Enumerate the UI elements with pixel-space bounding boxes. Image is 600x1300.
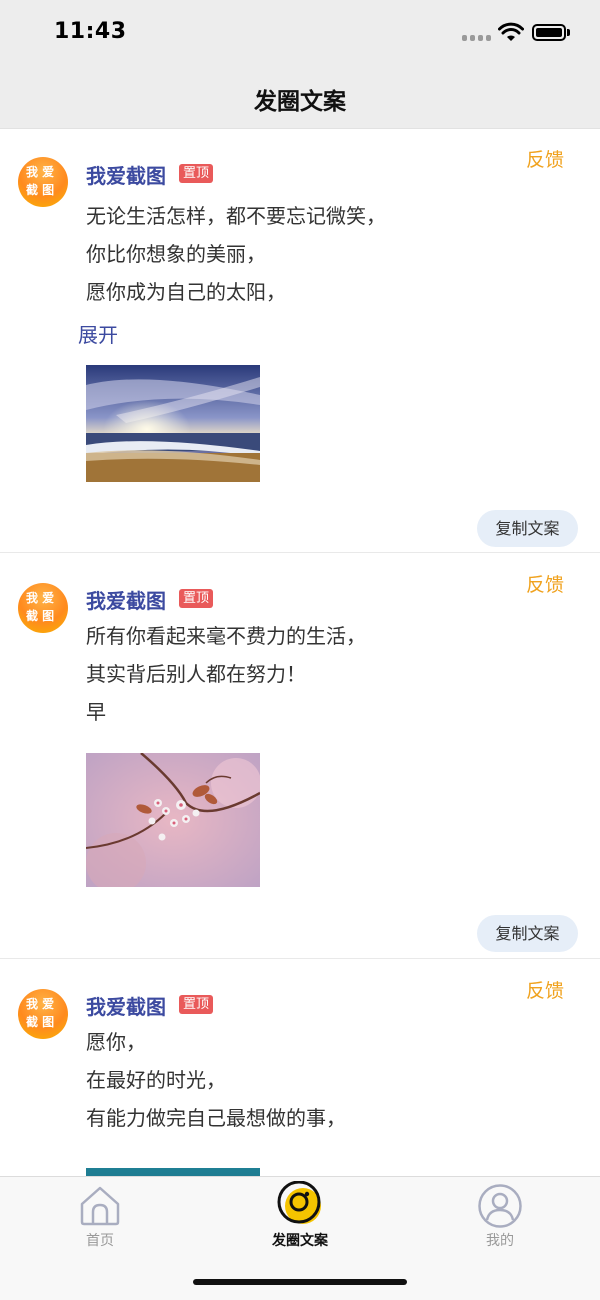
post-text-line: 愿你， <box>86 1030 146 1054</box>
battery-icon <box>532 24 566 41</box>
post-card: 我 爱 截 图 我爱截图 置顶 反馈 所有你看起来毫不费力的生活， 其实背后别人… <box>0 553 600 959</box>
author-name[interactable]: 我爱截图 <box>86 160 166 189</box>
tab-home[interactable]: 首页 <box>0 1177 200 1257</box>
copy-text-button[interactable]: 复制文案 <box>477 915 578 952</box>
avatar-text-line2: 截 图 <box>26 1015 55 1029</box>
author-name[interactable]: 我爱截图 <box>86 585 166 614</box>
post-feed[interactable]: 我 爱 截 图 我爱截图 置顶 反馈 无论生活怎样，都不要忘记微笑， 你比你想象… <box>0 129 600 1176</box>
post-text-line: 早 <box>86 700 106 724</box>
post-text: 愿你， 在最好的时光， 有能力做完自己最想做的事， <box>86 1023 346 1137</box>
avatar-text-line1: 我 爱 <box>26 165 55 179</box>
battery-cap <box>567 29 570 36</box>
tab-posts-label: 发圈文案 <box>272 1233 328 1249</box>
post-text-line: 无论生活怎样，都不要忘记微笑， <box>86 204 386 228</box>
tab-profile-label: 我的 <box>486 1233 514 1249</box>
avatar[interactable]: 我 爱 截 图 <box>18 157 68 207</box>
expand-link[interactable]: 展开 <box>78 319 118 348</box>
tab-profile[interactable]: 我的 <box>400 1177 600 1257</box>
post-text: 所有你看起来毫不费力的生活， 其实背后别人都在努力！ 早 <box>86 617 366 731</box>
home-icon <box>80 1186 120 1226</box>
avatar[interactable]: 我 爱 截 图 <box>18 989 68 1039</box>
post-image[interactable] <box>86 365 260 482</box>
avatar-text-line2: 截 图 <box>26 609 55 623</box>
post-text-line: 所有你看起来毫不费力的生活， <box>86 624 366 648</box>
signal-icon <box>462 35 491 43</box>
status-time: 11:43 <box>54 19 127 44</box>
feedback-link[interactable]: 反馈 <box>526 976 564 1003</box>
navigation-bar: 发圈文案 <box>0 66 600 129</box>
avatar-text-line1: 我 爱 <box>26 591 55 605</box>
feedback-link[interactable]: 反馈 <box>526 570 564 597</box>
post-text-line: 愿你成为自己的太阳， <box>86 280 286 304</box>
status-bar: 11:43 <box>0 0 600 66</box>
tab-home-label: 首页 <box>86 1233 114 1249</box>
avatar-text-line1: 我 爱 <box>26 997 55 1011</box>
page-title: 发圈文案 <box>254 89 346 115</box>
post-text-line: 你比你想象的美丽， <box>86 242 266 266</box>
feedback-link[interactable]: 反馈 <box>526 145 564 172</box>
pinned-badge: 置顶 <box>179 164 214 183</box>
post-text-line: 有能力做完自己最想做的事， <box>86 1106 346 1130</box>
pinned-badge: 置顶 <box>179 589 214 608</box>
post-text-line: 在最好的时光， <box>86 1068 226 1092</box>
avatar-text-line2: 截 图 <box>26 183 55 197</box>
profile-icon <box>478 1184 522 1228</box>
post-card: 我 爱 截 图 我爱截图 置顶 反馈 愿你， 在最好的时光， 有能力做完自己最想… <box>0 959 600 1176</box>
post-text-line: 其实背后别人都在努力！ <box>86 662 306 686</box>
circle-icon <box>277 1181 321 1224</box>
wifi-icon <box>498 22 524 41</box>
post-text: 无论生活怎样，都不要忘记微笑， 你比你想象的美丽， 愿你成为自己的太阳， <box>86 197 386 311</box>
author-name[interactable]: 我爱截图 <box>86 991 166 1020</box>
post-image[interactable] <box>86 1168 260 1176</box>
copy-text-button[interactable]: 复制文案 <box>477 510 578 547</box>
avatar[interactable]: 我 爱 截 图 <box>18 583 68 633</box>
pinned-badge: 置顶 <box>179 995 214 1014</box>
post-card: 我 爱 截 图 我爱截图 置顶 反馈 无论生活怎样，都不要忘记微笑， 你比你想象… <box>0 129 600 553</box>
tab-posts[interactable]: 发圈文案 <box>200 1177 400 1257</box>
home-indicator[interactable] <box>193 1279 407 1285</box>
post-image[interactable] <box>86 753 260 887</box>
